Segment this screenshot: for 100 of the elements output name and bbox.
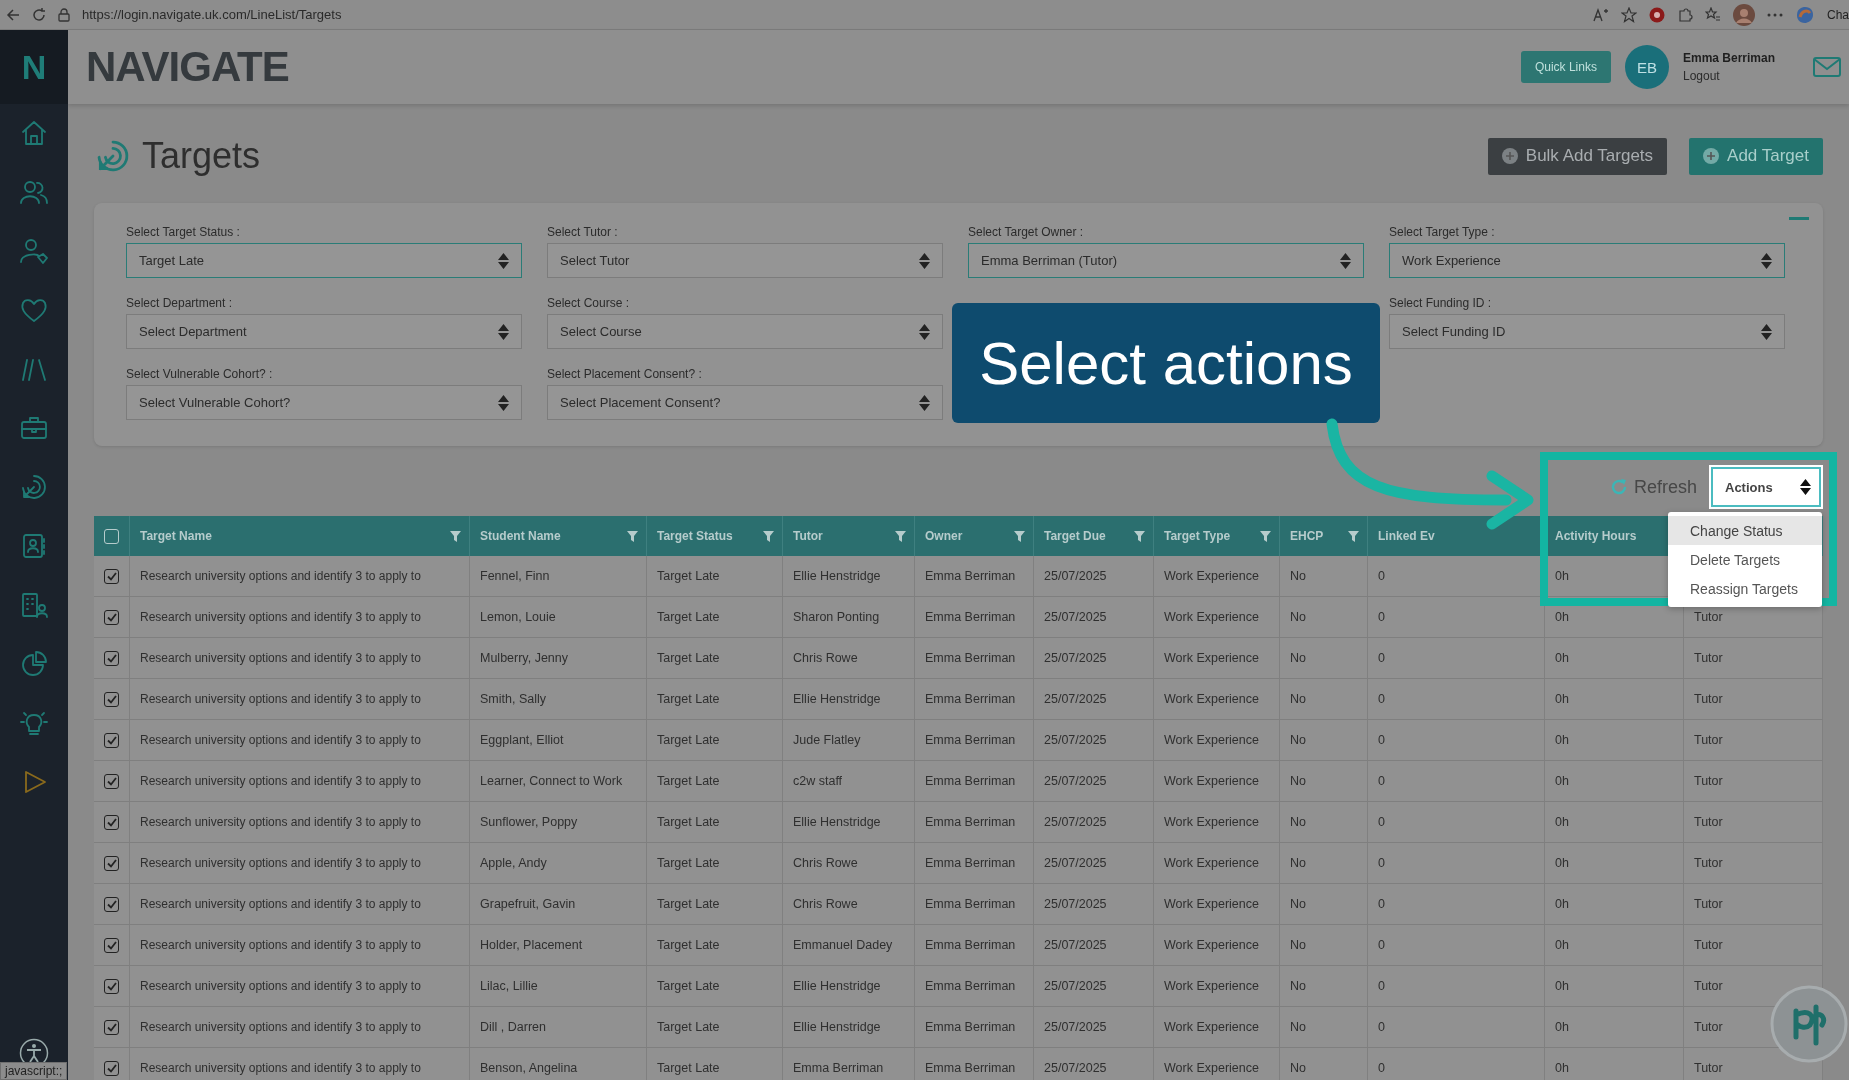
column-header[interactable]: Linked Ev <box>1378 529 1435 543</box>
column-header[interactable]: Owner <box>925 529 963 543</box>
table-cell: Apple, Andy <box>480 856 547 870</box>
menu-item[interactable]: Delete Targets <box>1668 545 1822 574</box>
row-checkbox[interactable] <box>104 978 119 994</box>
table-cell: 25/07/2025 <box>1044 610 1107 624</box>
row-checkbox[interactable] <box>104 568 119 584</box>
add-target-button[interactable]: Bulk Add Targets <box>1487 137 1668 175</box>
sort-icon <box>919 323 930 340</box>
table-cell: 0h <box>1555 651 1569 665</box>
home-icon[interactable] <box>19 118 49 148</box>
menu-item[interactable]: Reassign Targets <box>1668 574 1822 603</box>
row-checkbox[interactable] <box>104 1060 119 1076</box>
row-checkbox[interactable] <box>104 650 119 666</box>
column-header[interactable]: EHCP <box>1290 529 1324 543</box>
filter-icon[interactable] <box>1348 530 1359 542</box>
target-icon[interactable] <box>19 472 49 502</box>
table-cell: Sunflower, Poppy <box>480 815 578 829</box>
profile-icon[interactable] <box>1733 3 1755 26</box>
table-cell: 0h <box>1555 979 1569 993</box>
filter-icon[interactable] <box>450 530 461 542</box>
row-checkbox[interactable] <box>104 691 119 707</box>
table-cell: Target Late <box>657 733 720 747</box>
table-cell: Sharon Ponting <box>793 610 880 624</box>
table-cell: Emma Berriman <box>925 979 1016 993</box>
select-field[interactable]: Select Placement Consent? <box>547 385 943 420</box>
filter-label: Select Placement Consent? : <box>547 367 703 381</box>
person-tag-icon[interactable] <box>19 236 49 266</box>
filter-icon[interactable] <box>1134 530 1145 542</box>
assistant-icon[interactable] <box>1795 4 1815 25</box>
filter-icon[interactable] <box>895 530 906 542</box>
profile-label[interactable]: Cha <box>1827 7 1849 22</box>
row-checkbox[interactable] <box>104 773 119 789</box>
table-cell: Research university options and identify 3 to apply to <box>140 938 421 952</box>
table-cell: Ellie Henstridge <box>793 569 881 583</box>
select-field[interactable]: Work Experience <box>1389 243 1785 278</box>
table-cell: No <box>1290 979 1306 993</box>
filter-icon[interactable] <box>763 530 774 542</box>
filter-icon[interactable] <box>1014 530 1025 542</box>
more-icon[interactable] <box>1767 12 1783 17</box>
row-checkbox[interactable] <box>104 1019 119 1035</box>
read-aloud-icon[interactable] <box>1593 7 1609 22</box>
table-cell: Emma Berriman <box>925 938 1016 952</box>
column-header[interactable]: Activity Hours <box>1555 529 1637 543</box>
column-header[interactable]: Student Name <box>480 529 561 543</box>
select-field[interactable]: Emma Berriman (Tutor) <box>968 243 1364 278</box>
extension-icon[interactable] <box>1649 6 1665 23</box>
row-checkbox[interactable] <box>104 814 119 830</box>
column-header[interactable]: Tutor <box>793 529 823 543</box>
select-field[interactable]: Select Course <box>547 314 943 349</box>
table-cell: No <box>1290 692 1306 706</box>
select-field[interactable]: Select Vulnerable Cohort? <box>126 385 522 420</box>
logout-link[interactable]: Logout <box>1682 69 1775 83</box>
reload-icon[interactable] <box>32 7 46 22</box>
select-field[interactable]: Select Tutor <box>547 243 943 278</box>
back-icon[interactable] <box>6 7 20 22</box>
pie-chart-icon[interactable] <box>19 649 49 679</box>
row-checkbox[interactable] <box>104 896 119 912</box>
puzzle-icon[interactable] <box>1677 6 1693 23</box>
filter-label: Select Tutor : <box>547 225 619 239</box>
select-field[interactable]: Select Funding ID <box>1389 314 1785 349</box>
building-person-icon[interactable] <box>19 590 49 620</box>
select-all-checkbox[interactable] <box>104 528 119 544</box>
table-cell: 0 <box>1378 733 1385 747</box>
quick-links-button[interactable]: Quick Links <box>1520 51 1611 83</box>
user-avatar[interactable]: EB <box>1624 45 1669 89</box>
table-cell: Target Late <box>657 897 720 911</box>
menu-item[interactable]: Change Status <box>1668 516 1822 545</box>
table-cell: Research university options and identify 3 to apply to <box>140 979 421 993</box>
star-icon[interactable] <box>1621 6 1637 23</box>
select-field[interactable]: Target Late <box>126 243 522 278</box>
navigate-logo[interactable]: NAVIGATE <box>86 43 289 91</box>
row-checkbox[interactable] <box>104 937 119 953</box>
table-cell: Work Experience <box>1164 651 1259 665</box>
row-checkbox[interactable] <box>104 609 119 625</box>
table-cell: Emma Berriman <box>925 692 1016 706</box>
table-cell: 0h <box>1555 938 1569 952</box>
table-cell: Tutor <box>1694 651 1723 665</box>
add-target-button[interactable]: Add Target <box>1689 137 1823 175</box>
table-cell: No <box>1290 1061 1306 1075</box>
table-cell: Tutor <box>1694 733 1723 747</box>
actions-dropdown[interactable]: Actions <box>1711 467 1821 507</box>
table-cell: 0h <box>1555 1061 1569 1075</box>
filter-icon[interactable] <box>1260 530 1271 542</box>
column-header[interactable]: Target Due <box>1044 529 1106 543</box>
column-header[interactable]: Target Status <box>657 529 733 543</box>
select-field[interactable]: Select Department <box>126 314 522 349</box>
filter-icon[interactable] <box>627 530 638 542</box>
row-checkbox[interactable] <box>104 855 119 871</box>
favorites-icon[interactable] <box>1705 6 1721 23</box>
row-checkbox[interactable] <box>104 732 119 748</box>
table-cell: Emma Berriman <box>793 1061 884 1075</box>
table-cell: 0h <box>1555 692 1569 706</box>
column-header[interactable]: Target Name <box>140 529 212 543</box>
table-cell: Target Late <box>657 651 720 665</box>
refresh-button[interactable]: Refresh <box>1609 476 1697 498</box>
address-bar[interactable]: https://login.navigate.uk.com/LineList/Targets <box>82 7 342 22</box>
sidebar-logo[interactable]: N <box>0 30 68 104</box>
assistant-badge-icon[interactable] <box>1770 985 1848 1063</box>
column-header[interactable]: Target Type <box>1164 529 1231 543</box>
